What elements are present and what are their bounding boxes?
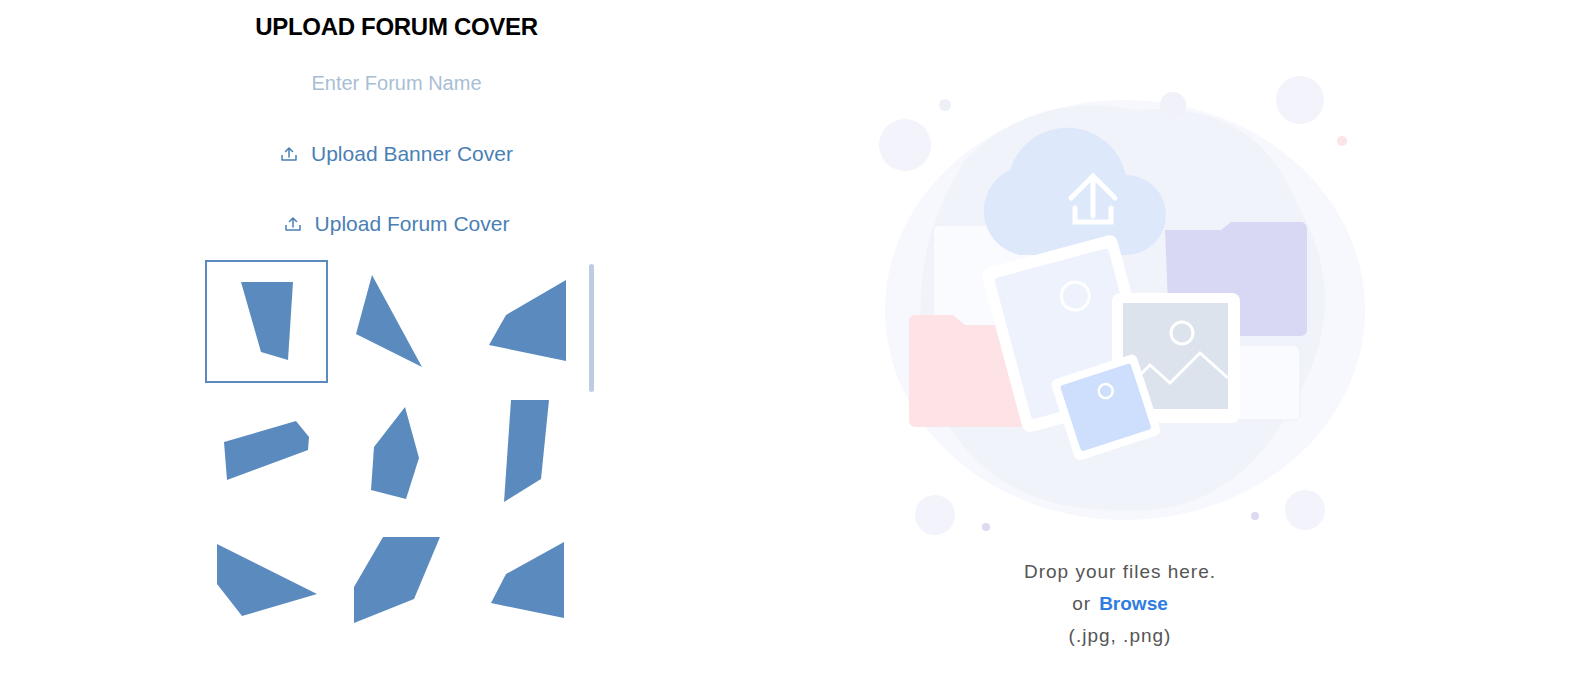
upload-buttons: Upload Banner Cover Upload Forum Cover [280,139,513,239]
dropzone-text: Drop your files here.orBrowse(.jpg, .png… [1024,556,1216,652]
forum-name-input[interactable] [247,68,547,99]
file-formats: (.jpg, .png) [1024,620,1216,652]
upload-button[interactable]: Upload Forum Cover [284,209,510,239]
upload-icon [280,145,298,163]
shape-icon [451,393,574,516]
drop-hint: Drop your files here. [1024,556,1216,588]
scrollbar[interactable] [589,264,594,630]
shape-icon [205,393,328,516]
upload-page: UPLOAD FORUM COVERUpload Banner CoverUpl… [0,0,1573,686]
scrollbar-thumb[interactable] [589,264,594,392]
browse-link[interactable]: Browse [1099,593,1168,614]
shape-icon [328,260,451,383]
cover-shape-tile[interactable] [205,526,328,640]
browse-line: orBrowse [1024,588,1216,620]
upload-button[interactable]: Upload Banner Cover [280,139,513,169]
cover-shape-tile[interactable] [205,260,328,383]
shape-icon [451,526,574,640]
cover-shape-list [197,260,597,640]
cover-shape-tile[interactable] [328,260,451,383]
shape-icon [205,526,328,640]
shape-icon [328,393,451,516]
shape-icon [451,260,574,383]
cover-shape-tile[interactable] [451,260,574,383]
page-title: UPLOAD FORUM COVER [255,11,538,43]
shape-icon [328,526,451,640]
cover-shape-tile[interactable] [451,393,574,516]
upload-icon [284,215,302,233]
cover-shape-grid [205,260,597,640]
shape-icon [205,260,328,383]
dropzone[interactable]: Drop your files here.orBrowse(.jpg, .png… [793,0,1573,686]
cover-shape-tile[interactable] [328,393,451,516]
upload-illustration-icon [875,70,1365,540]
cover-shape-tile[interactable] [328,526,451,640]
cover-shape-tile[interactable] [451,526,574,640]
cover-shape-tile[interactable] [205,393,328,516]
form-panel: UPLOAD FORUM COVERUpload Banner CoverUpl… [0,0,793,686]
